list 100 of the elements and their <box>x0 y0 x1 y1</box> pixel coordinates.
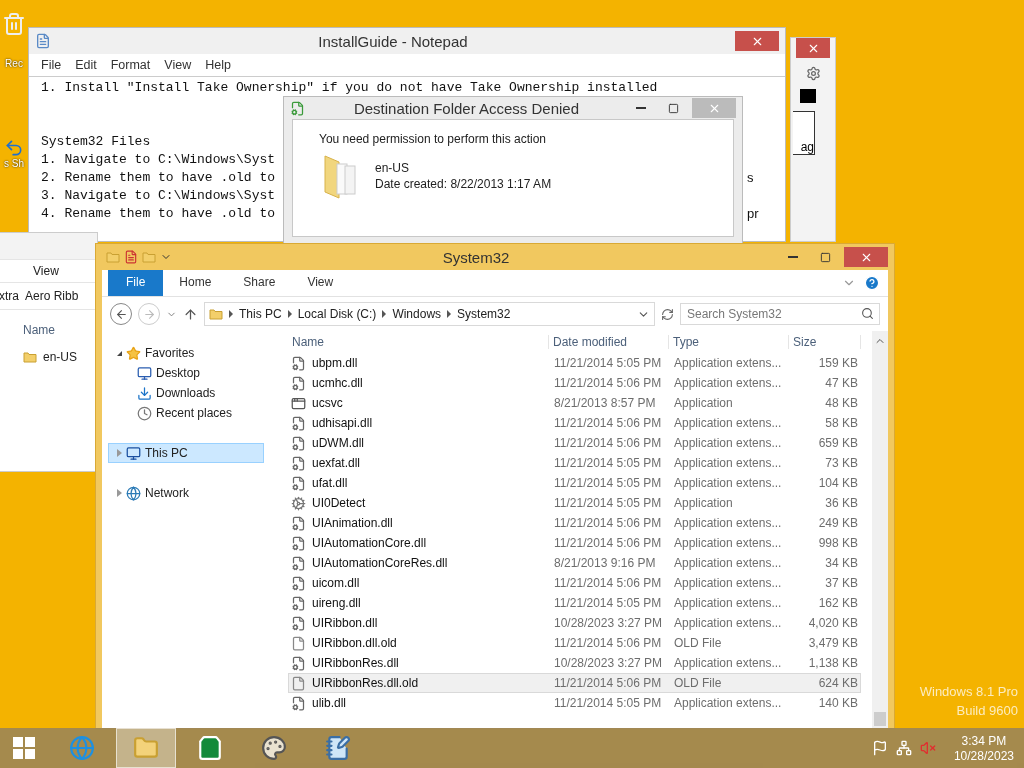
file-row[interactable]: ulib.dll 11/21/2014 5:05 PM Application extens... 140 KB <box>288 693 861 713</box>
nav-item[interactable]: Network <box>108 483 264 503</box>
breadcrumb-item[interactable]: Aero Ribb <box>25 289 79 303</box>
size-cell-text: 104 KB <box>817 476 859 490</box>
chevron-right-icon <box>382 310 387 318</box>
shopping-bag-icon <box>197 735 223 761</box>
close-button[interactable] <box>735 31 779 51</box>
column-header[interactable]: Size <box>789 335 861 349</box>
file-row[interactable]: UIAutomationCoreRes.dll 8/21/2013 9:16 PM Application extens... 34 KB <box>288 553 861 573</box>
file-row[interactable]: uexfat.dll 11/21/2014 5:05 PM Application extens... 73 KB <box>288 453 861 473</box>
forward-button[interactable] <box>138 303 160 325</box>
chevron-right-icon <box>287 310 292 318</box>
size-cell-text: 659 KB <box>817 436 859 450</box>
star-icon <box>126 345 141 361</box>
column-header[interactable]: Date modified <box>549 335 669 349</box>
file-row[interactable]: ubpm.dll 11/21/2014 5:05 PM Application extens... 159 KB <box>288 353 861 373</box>
network-icon[interactable] <box>895 740 912 756</box>
ribbon-tab[interactable]: View <box>33 264 59 278</box>
folder-icon <box>133 735 159 761</box>
type-cell-text: Application extens... <box>673 436 783 450</box>
desktop-icon-label: s Sh <box>4 158 24 170</box>
file-row[interactable]: uireng.dll 11/21/2014 5:05 PM Application extens... 162 KB <box>288 593 861 613</box>
clock-icon <box>137 405 152 421</box>
type-cell-text: Application extens... <box>673 616 783 630</box>
text-line: 1. Navigate to C:\Windows\Syst <box>41 152 276 167</box>
type-cell-text: Application extens... <box>673 656 783 670</box>
breadcrumb-item[interactable]: xtra <box>0 289 19 303</box>
file-name: en-US <box>43 350 77 364</box>
back-button[interactable] <box>110 303 132 325</box>
text-line: 2. Rename them to have .old to <box>41 170 276 185</box>
collapsed-arrow-icon[interactable] <box>117 449 122 457</box>
palette-icon <box>261 735 287 761</box>
breadcrumb-item[interactable]: This PC <box>239 307 282 321</box>
breadcrumb-item[interactable]: Local Disk (C:) <box>297 307 377 321</box>
shortcut-icon[interactable] <box>4 138 24 158</box>
desktop-icon-label: Rec <box>4 58 24 70</box>
file-row[interactable]: UI0Detect 11/21/2014 5:05 PM Application 36 KB <box>288 493 861 513</box>
breadcrumb-item[interactable]: Windows <box>392 307 442 321</box>
file-row[interactable]: udhisapi.dll 11/21/2014 5:06 PM Application extens... 58 KB <box>288 413 861 433</box>
close-button[interactable] <box>796 38 830 58</box>
file-row[interactable]: ucmhc.dll 11/21/2014 5:06 PM Application extens... 47 KB <box>288 373 861 393</box>
file-row[interactable]: ufat.dll 11/21/2014 5:05 PM Application extens... 104 KB <box>288 473 861 493</box>
chevron-right-icon <box>447 310 452 318</box>
settings-icon[interactable] <box>805 66 821 81</box>
date-cell-text: 11/21/2014 5:05 PM <box>553 496 663 510</box>
os-version-text: Windows 8.1 Pro <box>919 684 1018 699</box>
column-header[interactable]: Name <box>288 335 549 349</box>
date-cell-text: 11/21/2014 5:06 PM <box>553 376 663 390</box>
text-line: System32 Files <box>41 134 151 149</box>
breadcrumb-item[interactable]: System32 <box>457 307 511 321</box>
close-button[interactable] <box>844 247 888 267</box>
globe-icon <box>69 735 95 761</box>
type-cell-text: Application extens... <box>673 356 783 370</box>
file-row[interactable]: UIRibbon.dll 10/28/2023 3:27 PM Application extens... 4,020 KB <box>288 613 861 633</box>
collapsed-arrow-icon[interactable] <box>117 489 122 497</box>
text-line: 3. Navigate to C:\Windows\Syst <box>41 188 276 203</box>
ribbon-tab[interactable]: File <box>108 270 164 296</box>
menu-item[interactable]: Edit <box>75 58 97 72</box>
date-cell-text: 11/21/2014 5:05 PM <box>553 456 663 470</box>
date-cell-text: 11/21/2014 5:06 PM <box>553 576 663 590</box>
nav-item[interactable]: Desktop <box>108 363 264 383</box>
type-cell-text: Application extens... <box>673 576 783 590</box>
expanded-arrow-icon[interactable] <box>117 350 122 356</box>
gear-file-icon <box>291 575 306 591</box>
maximize-icon <box>667 102 679 114</box>
menu-item[interactable]: Help <box>205 58 231 72</box>
file-name: UIRibbonRes.dll <box>312 656 399 670</box>
help-icon[interactable] <box>864 275 880 291</box>
date-cell-text: 10/28/2023 3:27 PM <box>553 616 664 630</box>
file-row[interactable]: uDWM.dll 11/21/2014 5:06 PM Application extens... 659 KB <box>288 433 861 453</box>
file-icon <box>290 100 305 116</box>
file-row[interactable]: UIAnimation.dll 11/21/2014 5:06 PM Application extens... 249 KB <box>288 513 861 533</box>
nav-item[interactable]: This PC <box>108 443 264 463</box>
size-cell-text: 36 KB <box>824 496 859 510</box>
file-name: UIRibbon.dll.old <box>312 636 397 650</box>
file-icon <box>291 675 306 691</box>
flag-icon[interactable] <box>871 740 888 756</box>
address-bar[interactable]: This PC Local Disk (C:) Windows System32 <box>204 302 655 326</box>
chevron-right-icon <box>229 310 233 318</box>
refresh-icon[interactable] <box>661 307 674 321</box>
gear-file-icon <box>291 515 306 531</box>
tag-button[interactable]: ag <box>793 111 815 155</box>
file-row[interactable]: uicom.dll 11/21/2014 5:06 PM Application extens... 37 KB <box>288 573 861 593</box>
file-row[interactable]: ucsvc 8/21/2013 8:57 PM Application 48 KB <box>288 393 861 413</box>
file-row[interactable]: UIRibbonRes.dll.old 11/21/2014 5:06 PM OLD File 624 KB <box>288 673 861 693</box>
nav-item[interactable]: Favorites <box>108 343 264 363</box>
menu-item[interactable]: Format <box>110 58 151 72</box>
file-row[interactable]: UIRibbon.dll.old 11/21/2014 5:06 PM OLD File 3,479 KB <box>288 633 861 653</box>
file-row[interactable]: UIAutomationCore.dll 11/21/2014 5:06 PM Application extens... 998 KB <box>288 533 861 553</box>
column-header[interactable]: Type <box>669 335 789 349</box>
properties-icon[interactable] <box>124 250 138 264</box>
menu-item[interactable]: View <box>164 58 192 72</box>
file-row[interactable]: UIRibbonRes.dll 10/28/2023 3:27 PM Application extens... 1,138 KB <box>288 653 861 673</box>
nav-item[interactable]: Downloads <box>108 383 264 403</box>
size-cell-text: 73 KB <box>824 456 859 470</box>
nav-item[interactable]: Recent places <box>108 403 264 423</box>
type-cell-text: Application <box>673 496 734 510</box>
scrollbar-thumb[interactable] <box>874 712 886 726</box>
menu-item[interactable]: File <box>41 58 62 72</box>
search-field[interactable]: Search System32 <box>680 303 880 325</box>
